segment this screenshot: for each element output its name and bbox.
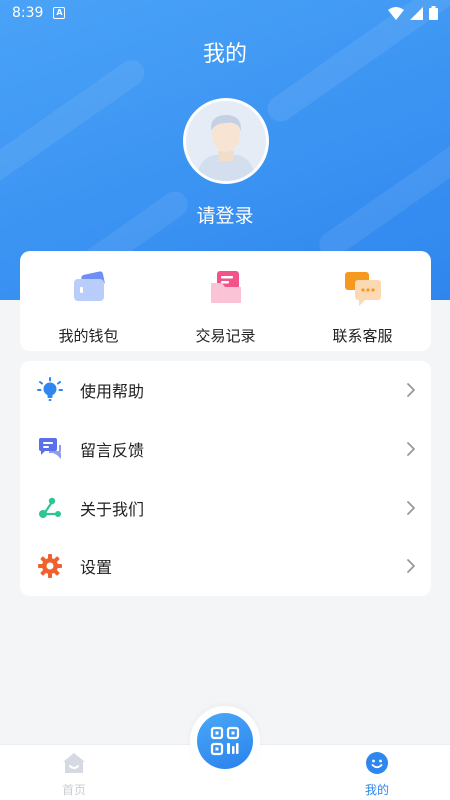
login-link[interactable]: 请登录 [0,201,450,228]
transaction-record-icon [210,271,241,303]
home-icon [63,753,85,773]
wallet-icon [73,271,105,301]
qr-scan-button[interactable] [197,713,253,769]
status-time: 8:39 [12,5,44,21]
a-box-icon: A [53,7,66,19]
customer-service-button[interactable]: 联系客服 [303,267,423,346]
chevron-right-icon [407,500,415,515]
status-bar: 8:39 A [0,0,450,26]
scan-button-frame [190,706,260,776]
menu-item-label: 设置 [80,558,113,578]
wallet-button[interactable]: 我的钱包 [29,267,149,346]
menu-item-label: 使用帮助 [80,382,145,402]
wallet-label: 我的钱包 [58,327,119,345]
chevron-right-icon [407,442,415,456]
menu-item-help[interactable]: 使用帮助 [20,361,431,420]
quick-actions-card: 我的钱包 交易记录 联系客服 [20,251,431,351]
qr-scan-icon [210,726,240,756]
wifi-icon [388,6,404,20]
page-title: 我的 [202,42,247,67]
settings-menu: 使用帮助 留言反馈 关于我们 设置 [20,361,431,596]
transaction-record-label: 交易记录 [195,327,256,345]
share-nodes-icon [36,494,64,522]
tab-home-label: 首页 [61,783,86,797]
customer-service-label: 联系客服 [332,327,393,345]
transaction-record-button[interactable]: 交易记录 [166,267,286,346]
chat-feedback-icon [36,435,64,463]
tab-home[interactable]: 首页 [44,751,104,798]
signal-icon [410,6,423,20]
customer-service-icon [344,272,381,306]
lightbulb-icon [36,376,64,404]
gear-icon [36,552,64,580]
chevron-right-icon [407,559,415,574]
battery-icon [429,6,438,20]
menu-item-feedback[interactable]: 留言反馈 [20,420,431,479]
user-avatar-icon[interactable] [183,98,269,184]
tab-mine[interactable]: 我的 [347,751,407,798]
menu-item-settings[interactable]: 设置 [20,537,431,596]
smiley-user-icon [366,752,388,774]
tab-mine-label: 我的 [364,783,389,797]
menu-item-label: 关于我们 [80,499,145,519]
menu-item-label: 留言反馈 [80,441,145,461]
menu-item-about[interactable]: 关于我们 [20,478,431,537]
chevron-right-icon [407,383,415,398]
